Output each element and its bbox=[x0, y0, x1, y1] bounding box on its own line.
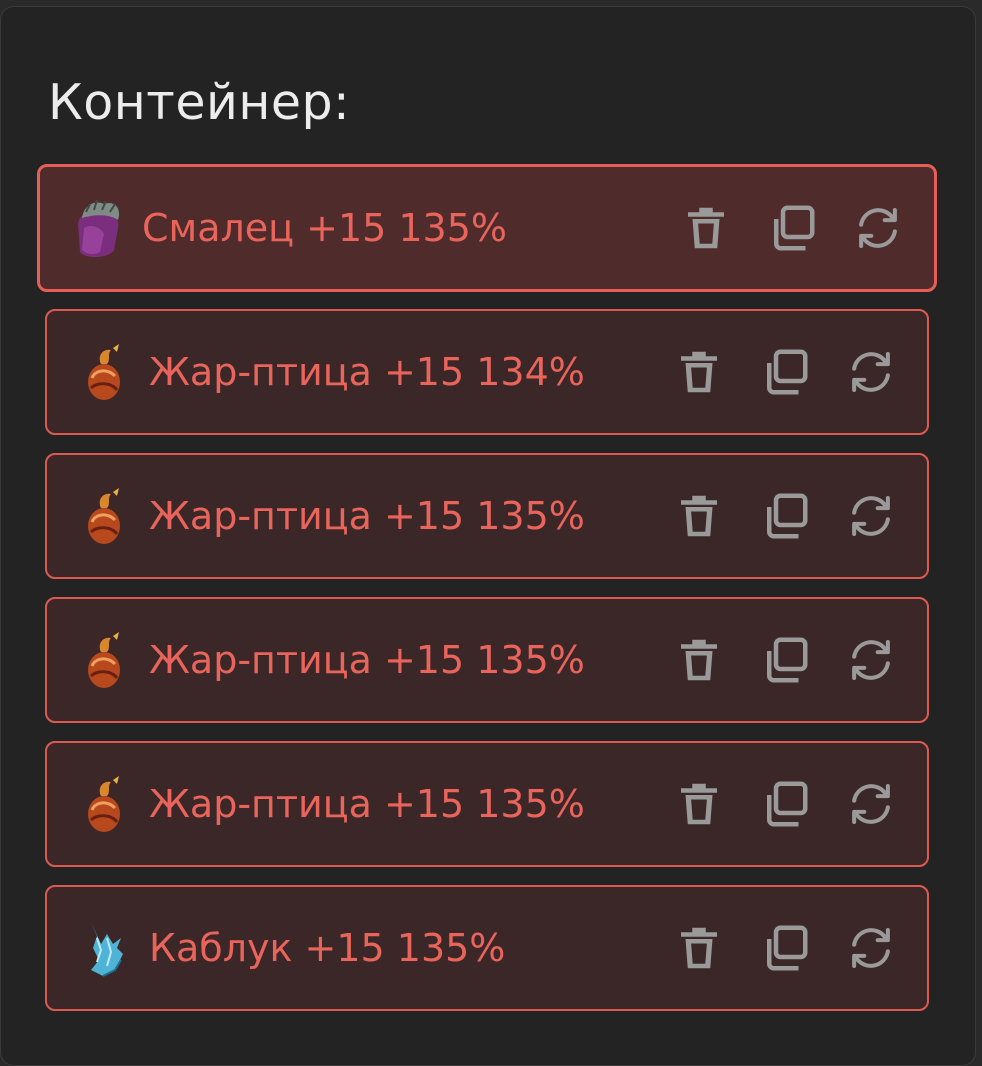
trash-icon bbox=[681, 927, 717, 969]
copy-button[interactable] bbox=[757, 920, 813, 976]
item-label: Жар-птица +15 134% bbox=[149, 350, 585, 394]
delete-button[interactable] bbox=[671, 488, 727, 544]
list-item-3[interactable]: Жар-птица +15 135% bbox=[45, 597, 929, 723]
copy-button[interactable] bbox=[757, 344, 813, 400]
copy-button[interactable] bbox=[757, 488, 813, 544]
delete-button[interactable] bbox=[671, 920, 727, 976]
copy-icon bbox=[767, 349, 808, 395]
refresh-icon bbox=[852, 639, 890, 681]
list-item-0[interactable]: Смалец +15 135% bbox=[37, 164, 937, 292]
copy-icon bbox=[767, 781, 808, 827]
refresh-button[interactable] bbox=[843, 344, 899, 400]
list-item-5[interactable]: Каблук +15 135% bbox=[45, 885, 929, 1011]
item-label: Жар-птица +15 135% bbox=[149, 494, 585, 538]
refresh-icon bbox=[852, 927, 890, 969]
copy-button[interactable] bbox=[757, 776, 813, 832]
refresh-button[interactable] bbox=[843, 776, 899, 832]
firebird-icon bbox=[77, 626, 131, 694]
trash-icon bbox=[681, 495, 717, 537]
item-label: Каблук +15 135% bbox=[149, 926, 506, 970]
list-item-4[interactable]: Жар-птица +15 135% bbox=[45, 741, 929, 867]
copy-button[interactable] bbox=[757, 632, 813, 688]
trash-icon bbox=[688, 207, 724, 249]
firebird-icon bbox=[77, 482, 131, 550]
item-label: Жар-птица +15 135% bbox=[149, 782, 585, 826]
trash-icon bbox=[681, 639, 717, 681]
refresh-icon bbox=[859, 207, 897, 249]
firebird-icon bbox=[77, 338, 131, 406]
item-label: Смалец +15 135% bbox=[142, 206, 508, 250]
item-label: Жар-птица +15 135% bbox=[149, 638, 585, 682]
heel-icon bbox=[77, 914, 131, 982]
refresh-button[interactable] bbox=[850, 200, 906, 256]
container-title: Контейнер: bbox=[48, 74, 351, 131]
copy-icon bbox=[767, 925, 808, 971]
refresh-button[interactable] bbox=[843, 632, 899, 688]
copy-icon bbox=[767, 493, 808, 539]
copy-icon bbox=[767, 637, 808, 683]
lard-icon bbox=[70, 194, 124, 262]
copy-button[interactable] bbox=[764, 200, 820, 256]
refresh-icon bbox=[852, 495, 890, 537]
refresh-icon bbox=[852, 783, 890, 825]
trash-icon bbox=[681, 351, 717, 393]
copy-icon bbox=[774, 205, 815, 251]
delete-button[interactable] bbox=[671, 344, 727, 400]
refresh-icon bbox=[852, 351, 890, 393]
container-panel: Контейнер: Смалец +15 135% Жар-птица +15… bbox=[0, 6, 976, 1066]
delete-button[interactable] bbox=[678, 200, 734, 256]
firebird-icon bbox=[77, 770, 131, 838]
delete-button[interactable] bbox=[671, 632, 727, 688]
list-item-2[interactable]: Жар-птица +15 135% bbox=[45, 453, 929, 579]
refresh-button[interactable] bbox=[843, 920, 899, 976]
refresh-button[interactable] bbox=[843, 488, 899, 544]
trash-icon bbox=[681, 783, 717, 825]
list-item-1[interactable]: Жар-птица +15 134% bbox=[45, 309, 929, 435]
delete-button[interactable] bbox=[671, 776, 727, 832]
